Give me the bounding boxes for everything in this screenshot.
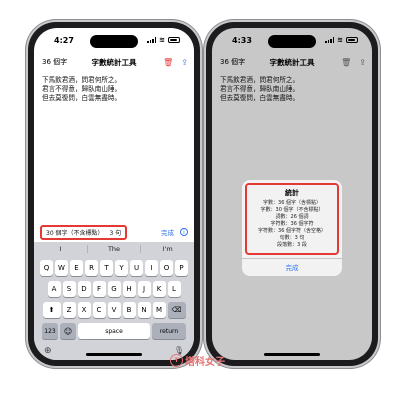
text-line: 下馬飲君酒，問君何所之。 — [220, 76, 300, 84]
dynamic-island — [90, 35, 138, 48]
battery-icon — [168, 37, 180, 43]
dynamic-island — [268, 35, 316, 48]
dialog-done-button[interactable]: 完成 — [242, 258, 342, 276]
char-count-no-punct: 30 個字（不含標點） — [46, 229, 104, 237]
key[interactable]: G — [107, 281, 121, 297]
return-key[interactable]: return — [152, 323, 186, 339]
numbers-key[interactable]: 123 — [42, 323, 58, 339]
text-line: 但去莫復問，白雲無盡時。 — [42, 94, 122, 102]
status-icons: ≋ — [147, 36, 180, 44]
screen-left: 4:27 ≋ 36 個字 字數統計工具 🗑 ⇪ 下馬飲君酒，問君何所之。 君言不… — [34, 28, 194, 360]
prediction[interactable]: I — [34, 245, 87, 253]
key[interactable]: T — [100, 260, 113, 276]
key[interactable]: C — [92, 302, 106, 318]
stat-line: 詞數：26 個詞 — [275, 214, 309, 220]
key[interactable]: S — [62, 281, 76, 297]
key[interactable]: K — [152, 281, 166, 297]
stat-line: 段落數：3 段 — [277, 242, 307, 248]
key[interactable]: X — [77, 302, 91, 318]
status-icons: ≋ — [325, 36, 358, 44]
stat-line: 句數：3 句 — [279, 235, 305, 241]
done-button[interactable]: 完成 — [161, 227, 174, 237]
stat-line: 字數：30 個字（不含標點） — [260, 207, 324, 213]
trash-icon[interactable]: 🗑 — [163, 58, 173, 67]
key[interactable]: N — [137, 302, 151, 318]
key[interactable]: Y — [115, 260, 128, 276]
key[interactable]: R — [85, 260, 98, 276]
keyboard: Q W E R T Y U I O P A S D F G H J K L ⬆ … — [34, 256, 194, 360]
key[interactable]: P — [175, 260, 188, 276]
key[interactable]: H — [122, 281, 136, 297]
predictive-bar: I The I'm — [34, 242, 194, 256]
count-label: 36 個字 — [42, 58, 68, 66]
text-line: 但去莫復問，白雲無盡時。 — [220, 94, 300, 102]
dialog-title: 統計 — [285, 189, 299, 197]
key[interactable]: A — [47, 281, 61, 297]
key[interactable]: M — [152, 302, 166, 318]
key[interactable]: Z — [62, 302, 76, 318]
prediction[interactable]: I'm — [140, 245, 194, 253]
space-key[interactable]: space — [78, 323, 150, 339]
prediction[interactable]: The — [86, 245, 141, 253]
home-indicator — [86, 353, 142, 356]
count-summary[interactable]: 30 個字（不含標點） 3 句 — [40, 224, 128, 240]
battery-icon — [346, 37, 358, 43]
share-icon[interactable]: ⇪ — [181, 58, 188, 67]
wifi-icon: ≋ — [337, 36, 343, 44]
watermark-mark: T — [170, 353, 183, 367]
home-indicator — [264, 353, 320, 356]
count-toolbar: 30 個字（不含標點） 3 句 完成 i — [34, 223, 194, 241]
key[interactable]: O — [160, 260, 173, 276]
status-time: 4:27 — [54, 35, 74, 45]
phone-left: 4:27 ≋ 36 個字 字數統計工具 🗑 ⇪ 下馬飲君酒，問君何所之。 君言不… — [28, 22, 200, 366]
key[interactable]: I — [145, 260, 158, 276]
stats-dialog: 統計 字數：36 個字（含標點） 字數：30 個字（不含標點） 詞數：26 個詞… — [242, 180, 342, 276]
key-row-3: ⬆ Z X C V B N M ⌫ — [36, 302, 192, 318]
info-icon[interactable]: i — [180, 228, 188, 236]
text-editor[interactable]: 下馬飲君酒，問君何所之。 君言不得意，歸臥南山陲。 但去莫復問，白雲無盡時。 — [220, 76, 364, 103]
key[interactable]: F — [92, 281, 106, 297]
stat-line: 字符數：36 個字符 — [270, 221, 314, 227]
emoji-key[interactable]: ☺ — [60, 323, 76, 339]
text-line: 君言不得意，歸臥南山陲。 — [220, 85, 300, 93]
watermark-text: 塔科女子 — [185, 356, 225, 368]
key[interactable]: W — [55, 260, 68, 276]
key[interactable]: V — [107, 302, 121, 318]
sentence-count: 3 句 — [109, 229, 122, 237]
key[interactable]: D — [77, 281, 91, 297]
nav-bar: 36 個字 字數統計工具 🗑 ⇪ — [34, 52, 194, 72]
key[interactable]: E — [70, 260, 83, 276]
key-row-4: 123 ☺ space return — [36, 323, 192, 339]
nav-bar: 36 個字 字數統計工具 🗑 ⇪ — [212, 52, 372, 72]
share-icon[interactable]: ⇪ — [359, 58, 366, 67]
signal-icon — [325, 37, 335, 43]
key[interactable]: Q — [40, 260, 53, 276]
text-line: 君言不得意，歸臥南山陲。 — [42, 85, 122, 93]
key[interactable]: B — [122, 302, 136, 318]
delete-key[interactable]: ⌫ — [167, 302, 186, 318]
stats-dialog-body: 統計 字數：36 個字（含標點） 字數：30 個字（不含標點） 詞數：26 個詞… — [245, 183, 339, 255]
watermark-logo: T 塔科女子 — [170, 352, 240, 368]
status-time: 4:33 — [232, 35, 252, 45]
key[interactable]: J — [137, 281, 151, 297]
text-line: 下馬飲君酒，問君何所之。 — [42, 76, 122, 84]
shift-key[interactable]: ⬆ — [42, 302, 61, 318]
trash-icon[interactable]: 🗑 — [341, 58, 351, 67]
screen-right: 4:33 ≋ 36 個字 字數統計工具 🗑 ⇪ 下馬飲君酒，問君何所之。 君言不… — [212, 28, 372, 360]
globe-icon[interactable]: ⊕ — [44, 346, 52, 356]
text-editor[interactable]: 下馬飲君酒，問君何所之。 君言不得意，歸臥南山陲。 但去莫復問，白雲無盡時。 — [42, 76, 186, 103]
count-label: 36 個字 — [220, 58, 246, 66]
wifi-icon: ≋ — [159, 36, 165, 44]
phone-right: 4:33 ≋ 36 個字 字數統計工具 🗑 ⇪ 下馬飲君酒，問君何所之。 君言不… — [206, 22, 378, 366]
key-row-1: Q W E R T Y U I O P — [36, 260, 192, 276]
signal-icon — [147, 37, 157, 43]
stat-line: 字數：36 個字（含標點） — [263, 200, 321, 206]
key[interactable]: L — [167, 281, 181, 297]
key[interactable]: U — [130, 260, 143, 276]
stat-line: 字符數：36 個字符（含空格） — [258, 228, 326, 234]
key-row-2: A S D F G H J K L — [36, 281, 192, 297]
